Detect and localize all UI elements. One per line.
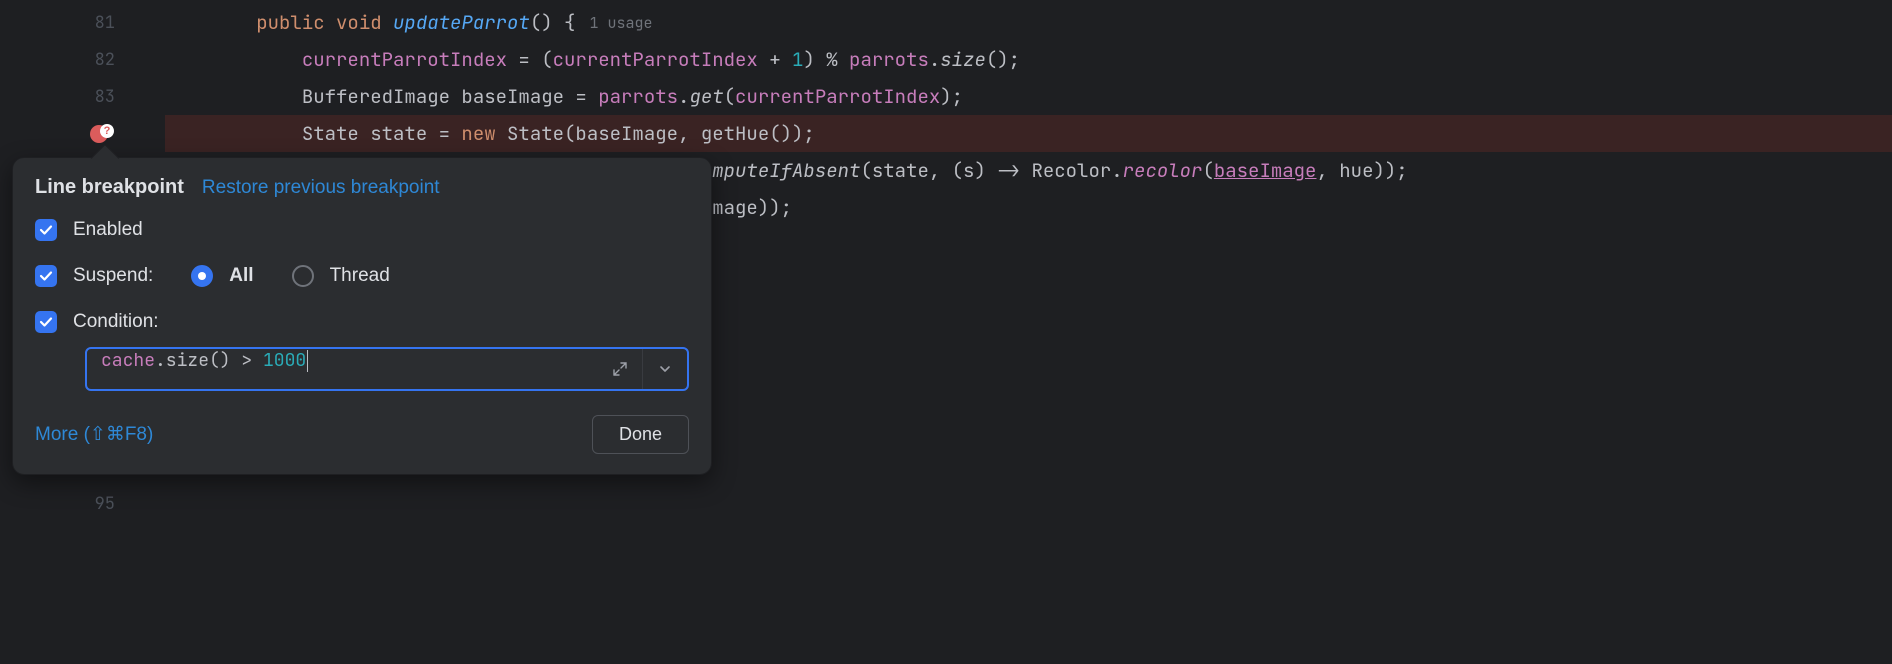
condition-checkbox[interactable] <box>35 311 57 333</box>
suspend-all-label[interactable]: All <box>229 265 253 287</box>
gutter-row: 82 <box>0 41 165 78</box>
suspend-thread-label[interactable]: Thread <box>330 265 390 287</box>
usage-hint[interactable]: 1 usage <box>575 13 652 33</box>
expand-icon <box>612 361 628 377</box>
more-link[interactable]: More (⇧⌘F8) <box>35 423 153 446</box>
gutter-row: 81 <box>0 4 165 41</box>
popup-title: Line breakpoint <box>35 176 184 199</box>
enabled-label: Enabled <box>73 219 143 241</box>
gutter-row-breakpoint[interactable]: ? <box>0 115 165 152</box>
expand-input-button[interactable] <box>598 349 642 389</box>
condition-label: Condition: <box>73 311 159 333</box>
done-button[interactable]: Done <box>592 415 689 454</box>
suspend-thread-radio[interactable] <box>292 265 314 287</box>
check-icon <box>38 268 54 284</box>
suspend-checkbox[interactable] <box>35 265 57 287</box>
breakpoint-popup: Line breakpoint Restore previous breakpo… <box>12 157 712 475</box>
suspend-all-radio[interactable] <box>191 265 213 287</box>
line-number: 82 <box>95 49 115 71</box>
chevron-down-icon <box>658 362 672 376</box>
check-icon <box>38 222 54 238</box>
gutter-row: 83 <box>0 78 165 115</box>
breakpoint-condition-badge: ? <box>100 124 114 138</box>
code-line[interactable]: currentParrotIndex = (currentParrotIndex… <box>165 41 1892 78</box>
code-line-breakpoint[interactable]: State state = new State(baseImage, getHu… <box>165 115 1892 152</box>
code-line[interactable]: public void updateParrot() {1 usage <box>165 4 1892 41</box>
gutter-row: 95 <box>0 485 165 522</box>
condition-input-wrap[interactable]: cache.size() > 1000 <box>85 347 689 391</box>
line-number: 81 <box>95 12 115 34</box>
suspend-label: Suspend: <box>73 265 153 287</box>
condition-input[interactable]: cache.size() > 1000 <box>87 349 598 389</box>
condition-history-dropdown[interactable] <box>643 349 687 389</box>
restore-breakpoint-link[interactable]: Restore previous breakpoint <box>202 177 440 199</box>
code-line[interactable]: BufferedImage baseImage = parrots.get(cu… <box>165 78 1892 115</box>
check-icon <box>38 314 54 330</box>
line-number: 83 <box>95 86 115 108</box>
enabled-checkbox[interactable] <box>35 219 57 241</box>
line-number: 95 <box>95 493 115 515</box>
text-caret <box>307 350 308 372</box>
